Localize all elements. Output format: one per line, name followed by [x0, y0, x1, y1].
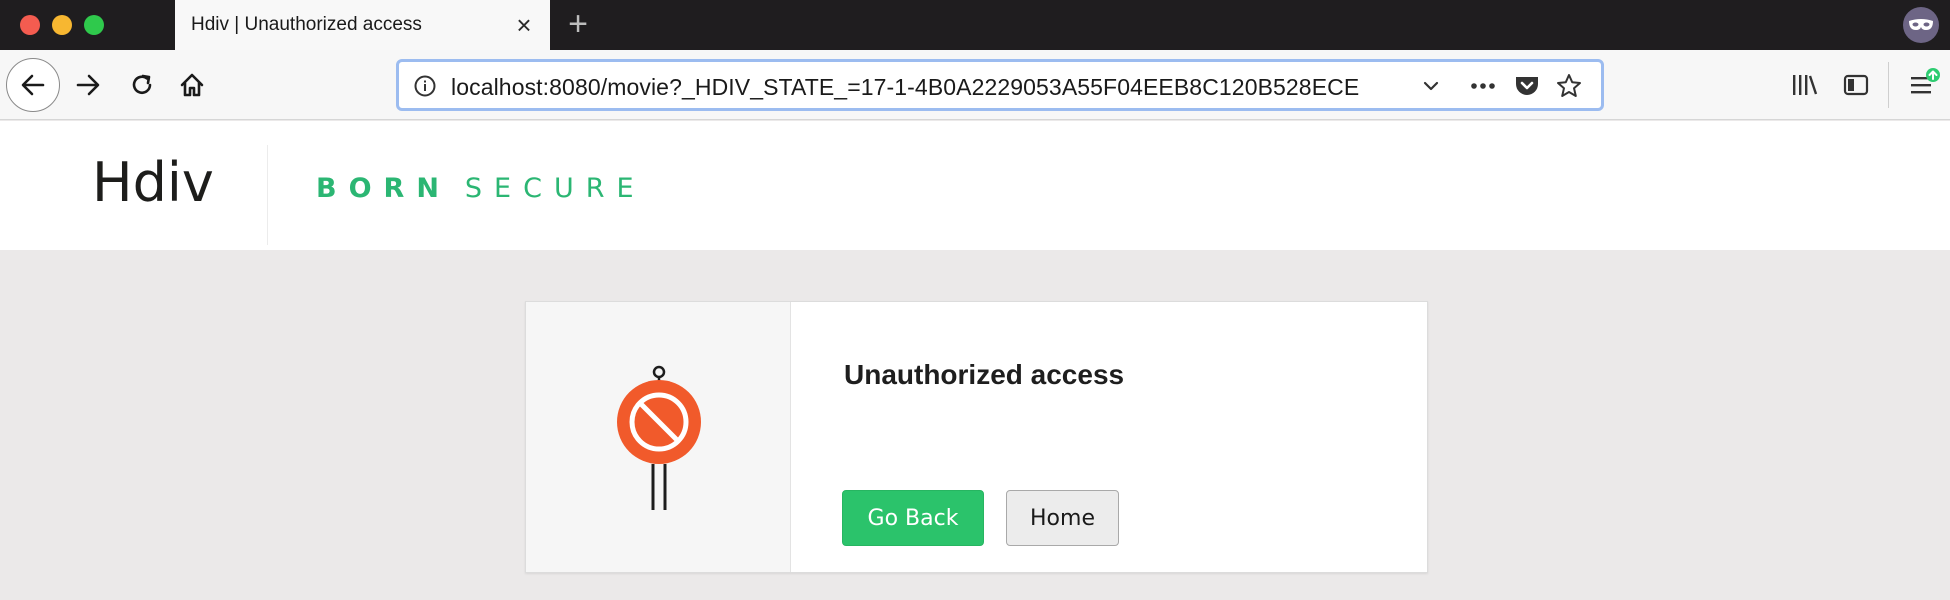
pocket-icon[interactable]: [1511, 70, 1543, 102]
card-title: Unauthorized access: [844, 359, 1125, 390]
error-card-icon-panel: [526, 302, 791, 572]
bookmark-star-icon[interactable]: [1553, 70, 1585, 102]
back-arrow-icon[interactable]: [6, 58, 60, 112]
hdiv-logo[interactable]: Hdiv: [92, 151, 222, 215]
logo-text: Hdiv: [92, 151, 214, 214]
browser-tab-active[interactable]: Hdiv | Unauthorized access ×: [175, 0, 550, 50]
more-actions-icon[interactable]: [1467, 70, 1499, 102]
site-header: Hdiv BORN SECURE: [0, 121, 1950, 250]
header-divider: [267, 145, 268, 245]
private-mask-icon[interactable]: [1903, 7, 1939, 43]
home-button[interactable]: Home: [1006, 490, 1119, 546]
window-close-control[interactable]: [20, 15, 40, 35]
error-card: Unauthorized access Go Back Home: [525, 301, 1428, 573]
window-minimize-control[interactable]: [52, 15, 72, 35]
window-zoom-control[interactable]: [84, 15, 104, 35]
go-back-button[interactable]: Go Back: [842, 490, 984, 546]
toolbar-separator: [1888, 62, 1889, 108]
forward-arrow-icon[interactable]: [68, 65, 108, 105]
tab-close-icon[interactable]: ×: [512, 12, 536, 38]
chevron-down-icon[interactable]: [1415, 70, 1447, 102]
tagline-bold: BORN: [316, 173, 451, 204]
menu-icon[interactable]: [1904, 65, 1944, 105]
no-entry-sign-icon: [617, 365, 701, 510]
tab-title: Hdiv | Unauthorized access: [191, 14, 422, 35]
new-tab-icon[interactable]: +: [560, 6, 596, 42]
browser-toolbar: localhost:8080/movie?_HDIV_STATE_=17-1-4…: [0, 50, 1950, 120]
home-icon[interactable]: [172, 65, 212, 105]
browser-tab-strip: Hdiv | Unauthorized access × +: [0, 0, 1950, 50]
tagline-light: SECURE: [464, 173, 646, 204]
reload-icon[interactable]: [122, 65, 162, 105]
info-icon[interactable]: [409, 70, 441, 102]
sidebar-icon[interactable]: [1836, 65, 1876, 105]
url-text[interactable]: localhost:8080/movie?_HDIV_STATE_=17-1-4…: [451, 74, 1359, 101]
address-bar[interactable]: localhost:8080/movie?_HDIV_STATE_=17-1-4…: [396, 59, 1604, 111]
library-icon[interactable]: [1784, 65, 1824, 105]
tagline: BORN SECURE: [316, 173, 646, 204]
